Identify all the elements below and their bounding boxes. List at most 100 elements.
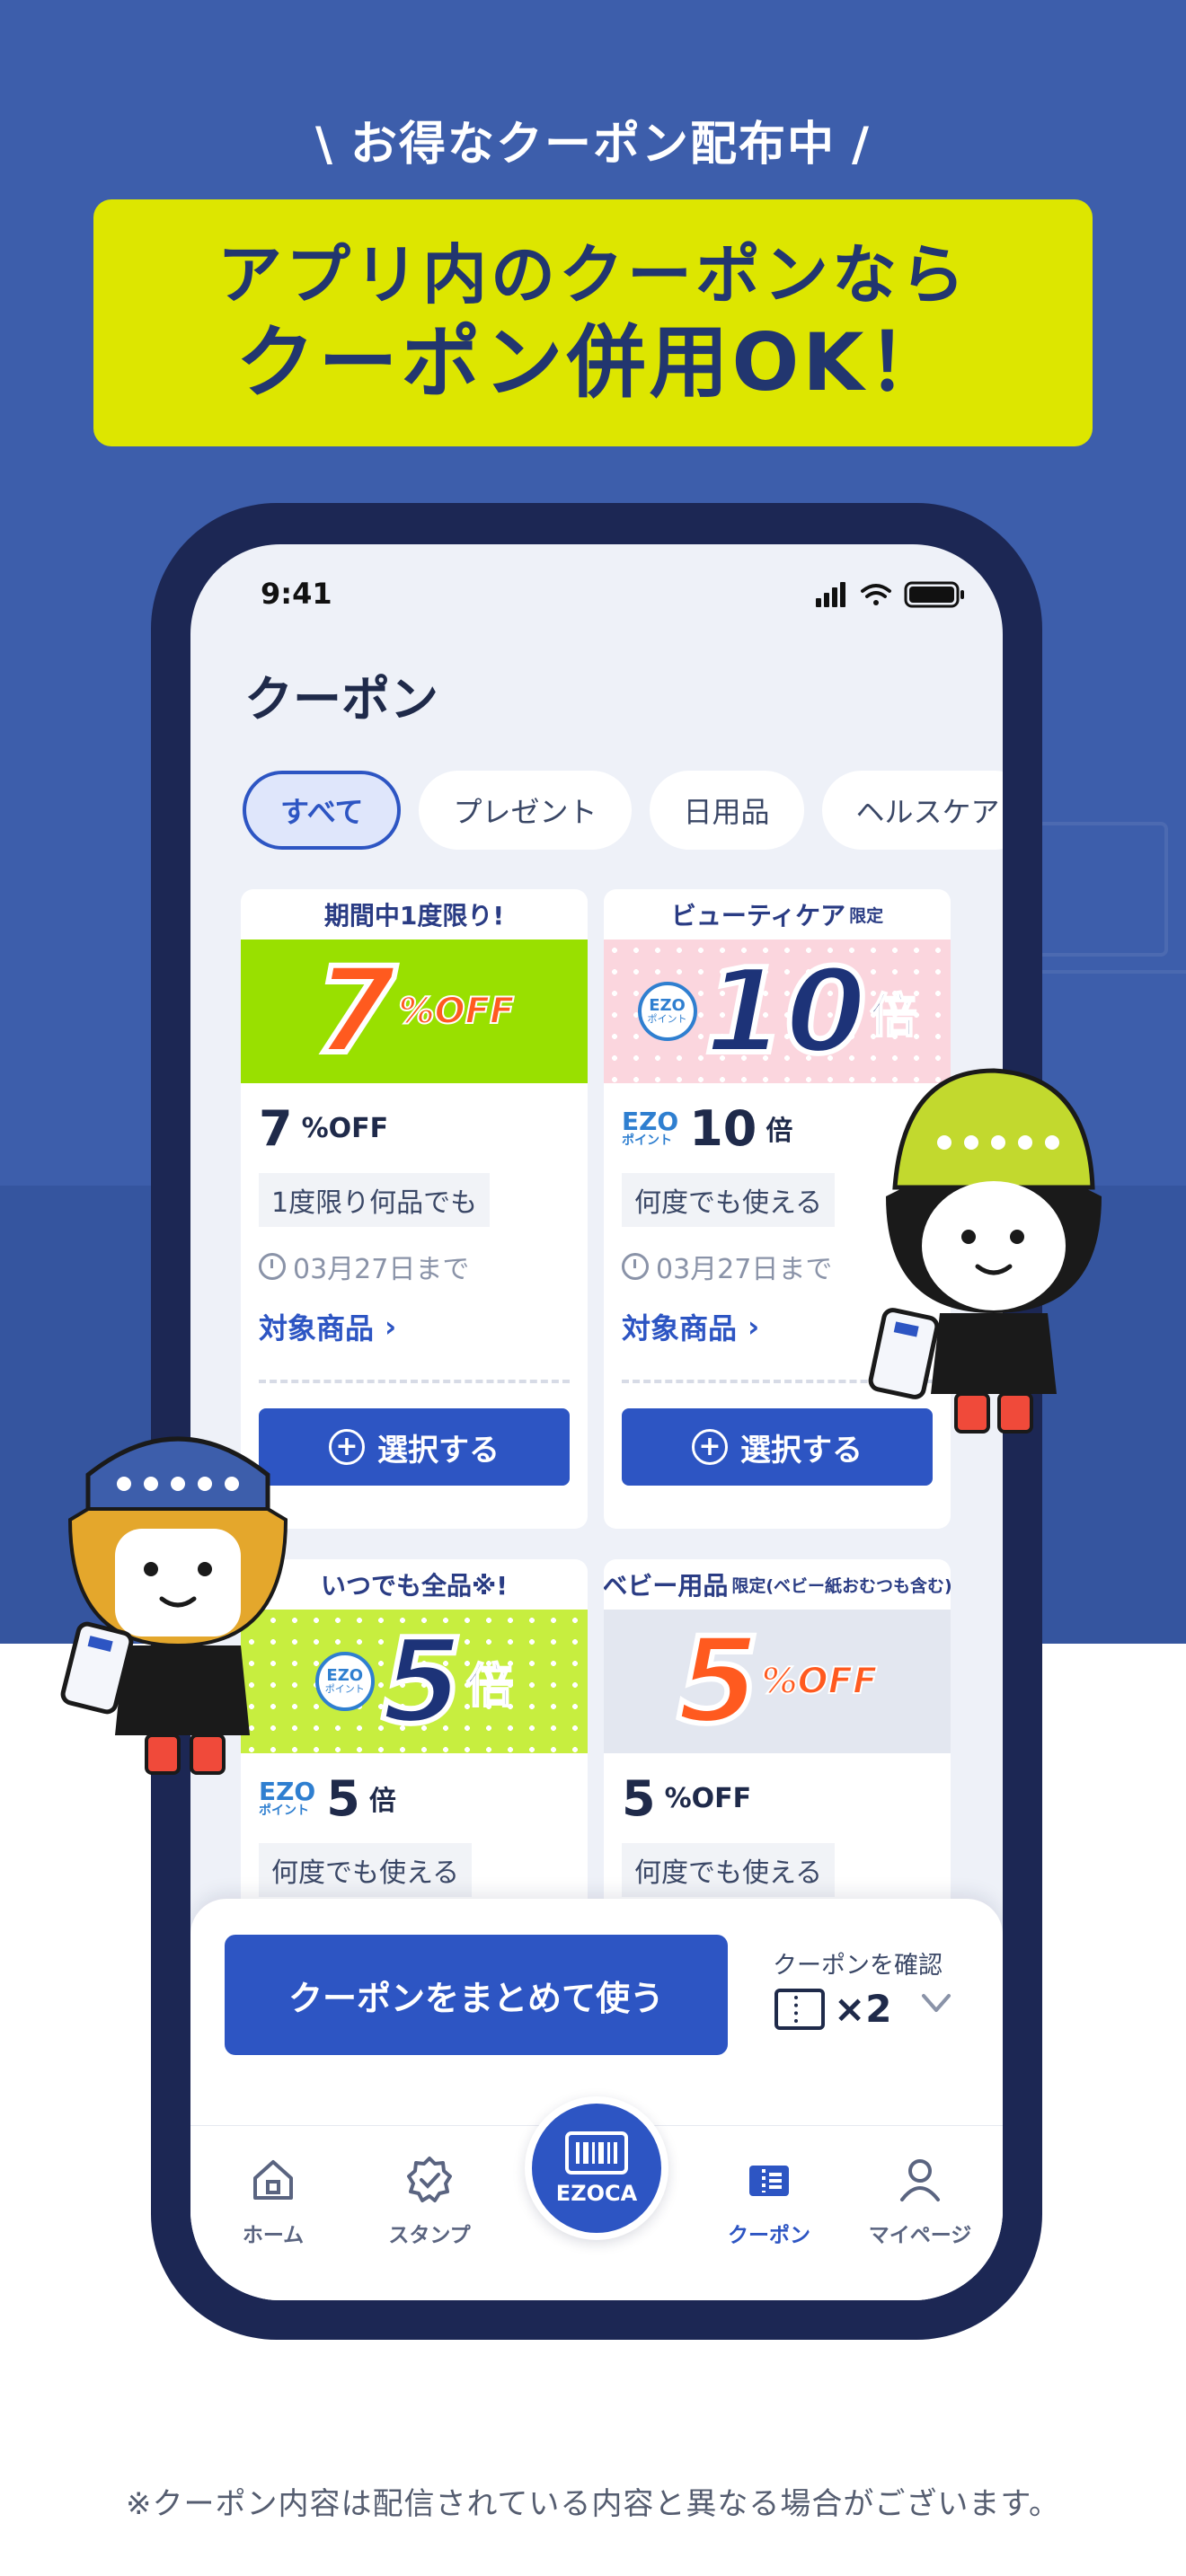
plus-circle-icon: + (692, 1429, 728, 1465)
coupon-header-suffix: 限定 (849, 905, 884, 926)
store-sign-decoration (1033, 822, 1168, 957)
filter-chips: すべて プレゼント 日用品 ヘルスケア (243, 771, 1003, 851)
coupon-value-unit: %OFF (664, 1782, 752, 1814)
person-icon (900, 2159, 940, 2201)
target-products-link[interactable]: 対象商品 › (259, 1306, 588, 1347)
coupon-header: ビューティケア 限定 (604, 889, 951, 940)
ezo-badge-label: ポイント (647, 1013, 687, 1025)
tab-home-label: ホーム (242, 2224, 305, 2247)
coupon-value-number: 5 (326, 1769, 360, 1827)
coupon-condition: 何度でも使える (622, 1173, 836, 1227)
coupon-art-value: 5 (379, 1613, 466, 1750)
coupon-art-unit: 倍 (465, 1659, 514, 1715)
battery-icon (904, 581, 964, 608)
coupon-value-number: 7 (259, 1099, 293, 1157)
coupon-art-value: 5 (675, 1612, 763, 1751)
home-icon (253, 2160, 293, 2200)
ezo-badge-label: ポイント (324, 1683, 365, 1695)
coupon-icon (749, 2166, 789, 2196)
coupon-value-number: 10 (689, 1099, 757, 1157)
chip-daily-goods[interactable]: 日用品 (649, 771, 804, 850)
selected-count-text: ×2 (834, 1987, 892, 2031)
use-coupons-together-button[interactable]: クーポンをまとめて使う (225, 1935, 728, 2055)
selected-coupon-count[interactable]: ×2 (774, 1987, 891, 2031)
coupon-value: 5 %OFF (604, 1753, 951, 1843)
ezo-logo-label: ポイント (622, 1134, 672, 1148)
ezoca-label: EZOCA (555, 2181, 638, 2206)
status-bar: 9:41 (190, 544, 1003, 634)
target-products-label: 対象商品 (622, 1311, 738, 1345)
ezo-badge-brand: EZO (649, 996, 686, 1015)
coupon-condition: 1度限り何品でも (259, 1173, 491, 1227)
chip-healthcare[interactable]: ヘルスケア (821, 771, 1003, 850)
coupon-card[interactable]: ベビー用品 限定(ベビー紙おむつも含む) 5 %OFF 5 %OFF 何度でも使える (604, 1559, 951, 1936)
coupon-art-value: 7 (312, 942, 400, 1081)
wifi-icon (861, 584, 891, 605)
ezoca-card-button[interactable]: EZOCA (525, 2096, 668, 2240)
tab-stamp[interactable]: スタンプ (367, 2153, 492, 2248)
status-time: 9:41 (261, 577, 332, 611)
signal-icon (816, 582, 845, 607)
chevron-right-icon: › (748, 1310, 760, 1344)
target-products-label: 対象商品 (259, 1311, 375, 1345)
coupon-header-text: ビューティケア (670, 901, 846, 931)
ticket-icon (774, 1988, 825, 2030)
coupon-condition: 何度でも使える (622, 1843, 836, 1897)
coupon-value-unit: 倍 (766, 1116, 793, 1147)
disclaimer-footnote: ※クーポン内容は配信されている内容と異なる場合がございます。 (125, 2486, 1061, 2522)
coupon-art: 5 %OFF (604, 1610, 951, 1753)
status-icons (816, 581, 964, 608)
mascot-character-right (868, 1068, 1102, 1434)
mascot-character-left (60, 1436, 288, 1775)
tab-home[interactable]: ホーム (210, 2153, 336, 2248)
coupon-header: ベビー用品 限定(ベビー紙おむつも含む) (604, 1559, 951, 1610)
confirm-coupons-label[interactable]: クーポンを確認 (773, 1945, 943, 1981)
coupon-value: 7 %OFF (241, 1083, 588, 1173)
coupon-art-unit: %OFF (398, 990, 516, 1033)
ezo-point-badge: EZO ポイント (314, 1652, 375, 1711)
coupon-value-unit: 倍 (368, 1786, 396, 1817)
ezo-point-badge: EZO ポイント (637, 982, 697, 1041)
ezo-logo-label: ポイント (259, 1804, 309, 1818)
coupon-art-unit: %OFF (761, 1660, 879, 1703)
coupon-art-unit: 倍 (869, 989, 917, 1045)
tab-mypage[interactable]: マイページ (857, 2153, 983, 2248)
coupon-header-suffix: 限定(ベビー紙おむつも含む) (731, 1575, 951, 1596)
chevron-down-icon[interactable] (918, 1985, 954, 2021)
ezo-badge-brand: EZO (326, 1666, 364, 1685)
tab-coupon[interactable]: クーポン (706, 2153, 832, 2248)
plus-circle-icon: + (329, 1429, 365, 1465)
tagline-slash-left: \ (314, 118, 334, 172)
coupon-expiry: 03月27日まで (259, 1247, 588, 1286)
ezo-logo-brand: EZO (622, 1107, 679, 1136)
coupon-art-value: 10 (702, 943, 870, 1080)
tab-stamp-label: スタンプ (388, 2224, 471, 2247)
coupon-expiry-text: 03月27日まで (293, 1254, 470, 1285)
select-button-label: 選択する (377, 1432, 500, 1469)
banner-line-1: アプリ内のクーポンなら (217, 236, 969, 313)
tagline-text: お得なクーポン配布中 (350, 118, 836, 172)
tab-coupon-label: クーポン (728, 2224, 810, 2247)
promo-banner: アプリ内のクーポンなら クーポン併用OK！ (93, 199, 1093, 446)
clock-icon (622, 1253, 649, 1280)
promo-tagline: \ お得なクーポン配布中 / (0, 106, 1186, 173)
chip-all[interactable]: すべて (243, 771, 402, 850)
tagline-slash-right: / (852, 118, 871, 172)
ezo-point-logo: EZO ポイント (622, 1107, 679, 1148)
chevron-right-icon: › (385, 1310, 397, 1344)
barcode-card-icon (565, 2131, 628, 2175)
coupon-condition: 何度でも使える (259, 1843, 473, 1897)
coupon-expiry-text: 03月27日まで (656, 1254, 833, 1285)
stamp-icon (407, 2157, 452, 2202)
coupon-header-text: ベビー用品 (604, 1571, 729, 1601)
select-button-label: 選択する (740, 1432, 863, 1469)
tab-mypage-label: マイページ (868, 2224, 972, 2247)
coupon-value-unit: %OFF (301, 1112, 389, 1144)
coupon-art: 7 %OFF (241, 940, 588, 1083)
page-title: クーポン (244, 671, 438, 728)
chip-present[interactable]: プレゼント (419, 771, 632, 850)
coupon-header: 期間中1度限り! (323, 901, 505, 931)
clock-icon (259, 1253, 286, 1280)
banner-line-2: クーポン併用OK！ (235, 315, 951, 409)
perforation-divider (259, 1380, 570, 1383)
